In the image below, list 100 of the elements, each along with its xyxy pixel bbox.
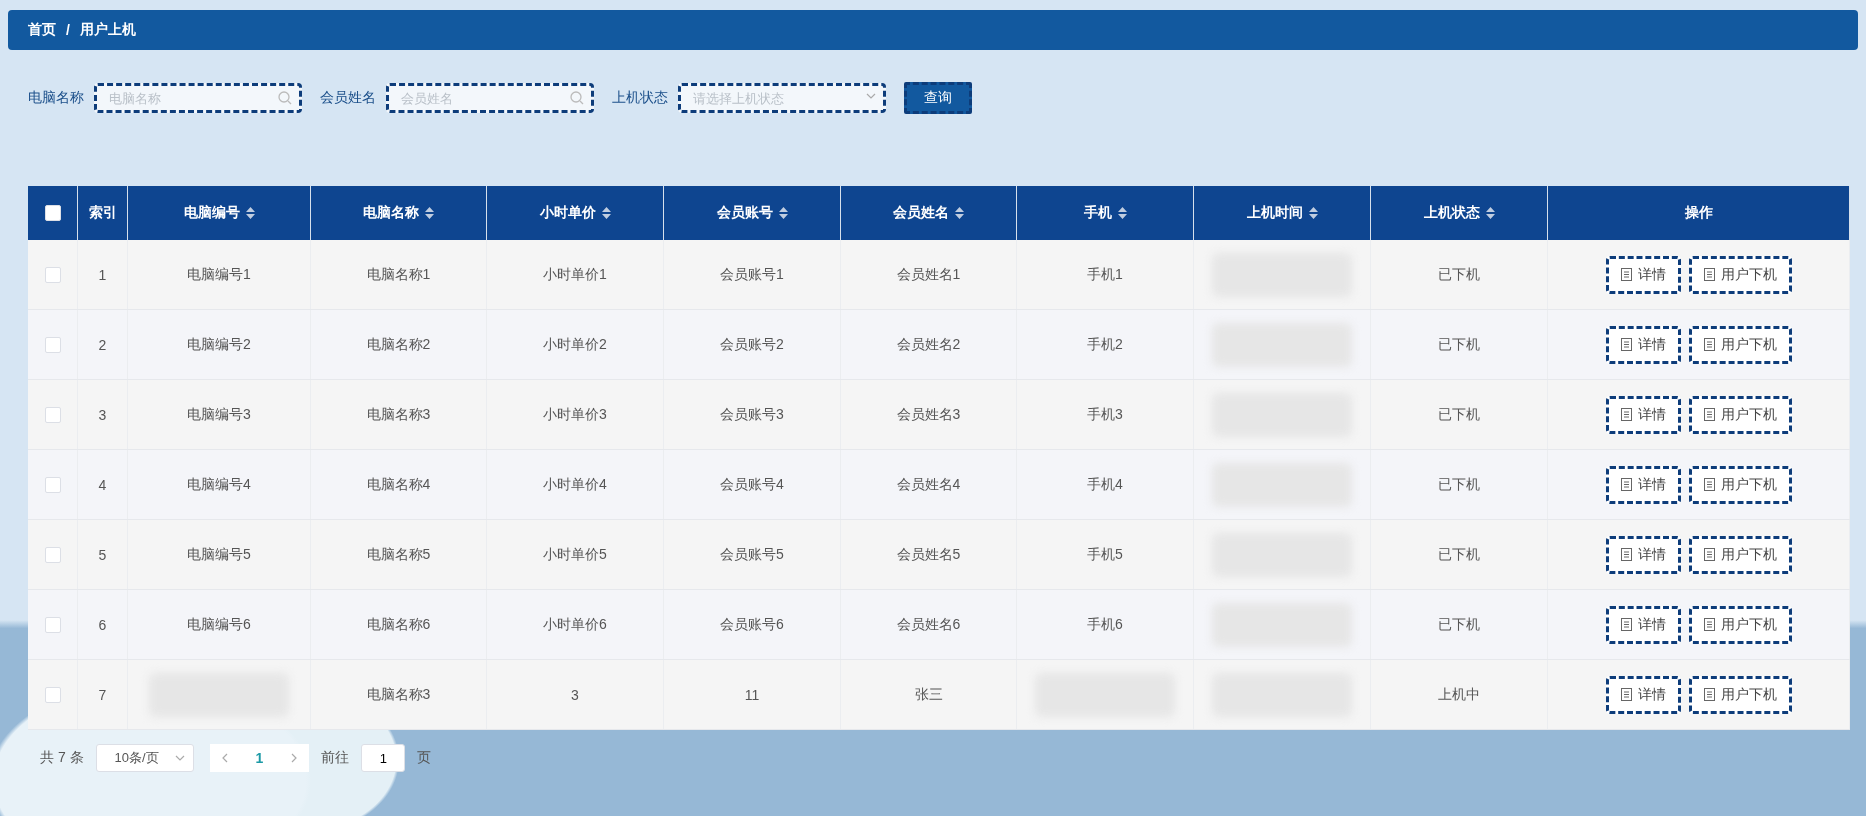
action-button[interactable]: 用户下机 — [1688, 535, 1792, 574]
row-checkbox[interactable] — [44, 266, 61, 283]
document-icon — [1620, 268, 1632, 281]
sort-icon[interactable] — [425, 207, 434, 219]
action-button[interactable]: 用户下机 — [1688, 465, 1792, 504]
goto-label: 前往 — [321, 749, 350, 767]
page-size-select[interactable]: 10条/页 — [95, 744, 194, 772]
goto-page-field[interactable]: 1 — [361, 744, 406, 772]
cell-text: 6 — [98, 616, 107, 633]
row-checkbox[interactable] — [44, 686, 61, 703]
action-button[interactable]: 详情 — [1605, 255, 1681, 294]
cell-text: 会员账号3 — [720, 405, 784, 424]
document-icon — [1703, 688, 1715, 701]
sort-icon[interactable] — [1117, 207, 1127, 219]
cell-text: 1 — [98, 266, 107, 283]
cell-text: 会员姓名5 — [896, 545, 961, 564]
action-button[interactable]: 用户下机 — [1688, 395, 1792, 434]
action-button[interactable]: 用户下机 — [1688, 675, 1792, 714]
cell-text: 会员账号5 — [720, 545, 784, 564]
cell-text: 2 — [98, 336, 107, 353]
column-title: 操作 — [1684, 204, 1713, 222]
sort-icon[interactable] — [778, 207, 788, 219]
row-checkbox[interactable] — [44, 546, 61, 563]
page-suffix: 页 — [417, 749, 432, 767]
row-checkbox[interactable] — [44, 406, 61, 423]
cell-text: 电脑名称4 — [366, 475, 431, 494]
action-button[interactable]: 用户下机 — [1688, 605, 1792, 644]
select-all-checkbox[interactable] — [44, 205, 61, 221]
search-icon — [570, 91, 584, 105]
sort-icon[interactable] — [955, 207, 964, 219]
cell-text: 电脑名称2 — [366, 335, 431, 354]
cell-text: 5 — [98, 546, 107, 563]
action-button[interactable]: 详情 — [1605, 675, 1681, 714]
document-icon — [1703, 618, 1715, 631]
document-icon — [1620, 618, 1632, 631]
action-button[interactable]: 详情 — [1605, 395, 1681, 434]
action-button[interactable]: 用户下机 — [1688, 255, 1792, 294]
action-button[interactable]: 用户下机 — [1688, 325, 1792, 364]
cell-text: 电脑编号5 — [187, 545, 251, 564]
cell-text: 7 — [98, 686, 107, 703]
column-title: 手机 — [1083, 204, 1112, 222]
document-icon — [1620, 688, 1632, 701]
query-button[interactable]: 查询 — [904, 82, 972, 114]
row-checkbox[interactable] — [44, 476, 61, 493]
document-icon — [1703, 548, 1715, 561]
column-title: 会员姓名 — [893, 204, 949, 222]
cell-text: 会员账号2 — [720, 335, 784, 354]
document-icon — [1620, 548, 1632, 561]
column-title: 电脑名称 — [363, 204, 419, 222]
cell-text: 会员账号6 — [720, 615, 784, 634]
chevron-down-icon — [866, 91, 876, 101]
filter-label: 电脑名称 — [28, 89, 84, 107]
cell-text: 已下机 — [1438, 405, 1480, 424]
document-icon — [1703, 478, 1715, 491]
sort-icon[interactable] — [601, 207, 611, 219]
sort-icon[interactable] — [1485, 207, 1495, 219]
cell-text: 小时单价6 — [543, 615, 607, 634]
column-title: 上机时间 — [1246, 204, 1303, 222]
row-checkbox[interactable] — [44, 616, 61, 633]
action-button[interactable]: 详情 — [1605, 535, 1681, 574]
cell-text: 电脑名称5 — [366, 545, 431, 564]
cell-text: 已下机 — [1438, 615, 1480, 634]
cell-text: 电脑编号3 — [187, 405, 251, 424]
cell-text: 4 — [98, 476, 107, 493]
cell-text: 小时单价2 — [543, 335, 607, 354]
cell-text: 电脑名称1 — [366, 265, 431, 284]
breadcrumb-item[interactable]: 用户上机 — [79, 21, 136, 39]
cell-text: 会员姓名2 — [896, 335, 961, 354]
cell-text: 已下机 — [1438, 265, 1480, 284]
document-icon — [1703, 338, 1715, 351]
column-title: 索引 — [88, 204, 117, 222]
cell-text: 会员账号4 — [720, 475, 784, 494]
cell-text: 上机中 — [1438, 685, 1480, 704]
action-button[interactable]: 详情 — [1605, 325, 1681, 364]
column-title: 上机状态 — [1423, 204, 1480, 222]
search-field[interactable]: 电脑名称 — [94, 83, 302, 113]
cell-text: 3 — [571, 686, 579, 703]
action-button[interactable]: 详情 — [1605, 605, 1681, 644]
breadcrumb-item[interactable]: 首页 — [28, 21, 56, 39]
filter-label: 上机状态 — [612, 89, 668, 107]
cell-text: 11 — [744, 686, 760, 703]
cell-text: 小时单价4 — [543, 475, 607, 494]
cell-text: 会员姓名1 — [896, 265, 961, 284]
column-title: 会员账号 — [716, 204, 773, 222]
cell-text: 电脑编号2 — [187, 335, 251, 354]
filter-label: 会员姓名 — [320, 89, 376, 107]
cell-text: 电脑编号1 — [187, 265, 251, 284]
document-icon — [1620, 478, 1632, 491]
chevron-down-icon — [174, 753, 185, 763]
cell-text: 电脑名称3 — [366, 685, 431, 704]
cell-text: 手机5 — [1087, 545, 1123, 564]
cell-text: 电脑名称6 — [366, 615, 431, 634]
document-icon — [1620, 338, 1632, 351]
cell-text: 会员账号1 — [720, 265, 784, 284]
row-checkbox[interactable] — [44, 336, 61, 353]
breadcrumb-separator: / — [66, 22, 70, 38]
action-button[interactable]: 详情 — [1605, 465, 1681, 504]
column-title: 小时单价 — [539, 204, 596, 222]
sort-icon[interactable] — [1308, 207, 1318, 219]
sort-icon[interactable] — [245, 207, 255, 219]
